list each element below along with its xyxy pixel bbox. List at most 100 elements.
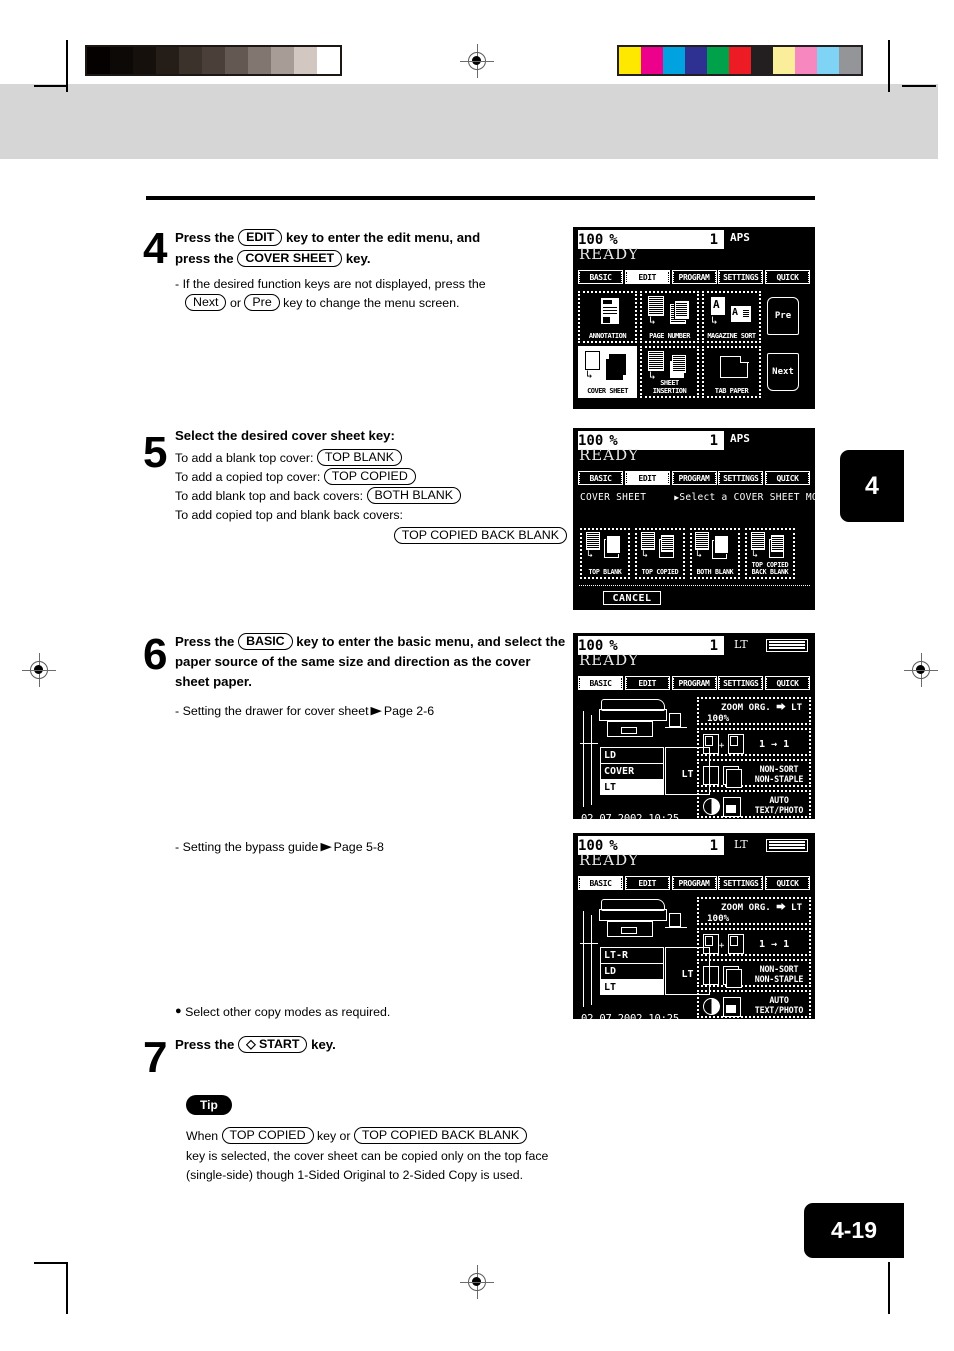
function-key-sheet-insertion[interactable]: ↳ SHEET INSERTION: [640, 346, 699, 398]
lcd3-tab-program[interactable]: PROGRAM: [671, 676, 717, 690]
top-copied-back-blank-key-inline[interactable]: TOP COPIED BACK BLANK: [393, 527, 567, 544]
step-6-ref-1-page[interactable]: Page 2-6: [384, 704, 434, 718]
lcd3-tab-edit[interactable]: EDIT: [624, 676, 670, 690]
pre-page-key[interactable]: Pre: [767, 297, 799, 335]
lcd1-tab-edit[interactable]: EDIT: [624, 270, 670, 284]
lcd3-machine-diagram[interactable]: LD COVER LT LT 02.07.2002 10:25: [579, 697, 710, 825]
lcd2-tab-settings[interactable]: SETTINGS: [718, 471, 764, 485]
both-blank-key-inline[interactable]: BOTH BLANK: [366, 487, 461, 504]
lcd3-drawer-list[interactable]: LD COVER LT: [600, 747, 664, 795]
lcd4-drawer-3[interactable]: LT: [600, 979, 664, 995]
lcd4-drawer-list[interactable]: LT-R LD LT: [600, 947, 664, 995]
function-key-cover-sheet[interactable]: ↳ COVER SHEET: [578, 346, 637, 398]
annotation-icon: [580, 296, 635, 328]
function-key-page-number[interactable]: ↳ PAGE NUMBER: [640, 291, 699, 343]
lcd3-bypass-label: LT: [681, 769, 694, 780]
next-page-key[interactable]: Next: [767, 353, 799, 391]
tip-top-copied-back-blank-key[interactable]: TOP COPIED BACK BLANK: [353, 1127, 528, 1144]
pre-key-inline[interactable]: Pre: [244, 294, 280, 311]
cover-sheet-key-inline[interactable]: COVER SHEET: [237, 250, 343, 267]
lcd1-tab-program[interactable]: PROGRAM: [671, 270, 717, 284]
top-copied-key-inline[interactable]: TOP COPIED: [323, 468, 416, 485]
edit-key-inline[interactable]: EDIT: [238, 229, 283, 246]
cancel-button[interactable]: CANCEL: [603, 591, 661, 605]
lcd-edit-menu[interactable]: 100 % 1 APS READY BASIC EDIT PROGRAM SET…: [573, 227, 815, 409]
top-blank-key-inline[interactable]: TOP BLANK: [316, 449, 403, 466]
lcd2-tab-basic[interactable]: BASIC: [578, 471, 623, 485]
gray-patch-6: [225, 47, 248, 74]
lcd2-tab-program[interactable]: PROGRAM: [671, 471, 717, 485]
lcd3-drawer-3[interactable]: LT: [600, 779, 664, 795]
lcd-basic-bypass[interactable]: 100 % 1 LT READY BASIC EDIT PROGRAM SETT…: [573, 833, 815, 1025]
lcd4-tab-quick[interactable]: QUICK: [765, 876, 810, 890]
lcd4-machine-diagram[interactable]: LT-R LD LT LT 02.07.2002 10:25: [579, 897, 710, 1025]
lcd4-tab-settings[interactable]: SETTINGS: [718, 876, 764, 890]
lcd3-exposure-option[interactable]: AUTO TEXT/PHOTO: [697, 790, 811, 818]
lcd2-tab-quick[interactable]: QUICK: [765, 471, 810, 485]
color-patch-3: [685, 47, 707, 74]
lcd2-tab-row[interactable]: BASIC EDIT PROGRAM SETTINGS QUICK: [574, 471, 814, 488]
gray-patch-8: [271, 47, 294, 74]
function-key-magazine-sort[interactable]: A ↳ A MAGAZINE SORT: [702, 291, 761, 343]
start-key-inline[interactable]: ◇ START: [238, 1036, 308, 1053]
gray-patch-3: [156, 47, 179, 74]
function-key-magazine-sort-label: MAGAZINE SORT: [707, 331, 756, 340]
lcd1-tab-row[interactable]: BASIC EDIT PROGRAM SETTINGS QUICK: [574, 270, 814, 287]
lcd4-drawer-1[interactable]: LT-R: [600, 947, 664, 963]
step-6-ref-2-page[interactable]: Page 5-8: [334, 840, 384, 854]
color-patch-1: [641, 47, 663, 74]
lcd4-tab-program[interactable]: PROGRAM: [671, 876, 717, 890]
lcd3-tab-basic[interactable]: BASIC: [578, 676, 623, 690]
lcd-cover-sheet-select[interactable]: 100 % 1 APS READY BASIC EDIT PROGRAM SET…: [573, 428, 830, 610]
function-key-tab-paper[interactable]: TAB PAPER: [702, 346, 761, 398]
lcd4-zoom-option[interactable]: ZOOM ORG. ⮕ LT 100%: [697, 897, 811, 925]
mode-key-top-copied[interactable]: ↳ TOP COPIED: [635, 528, 685, 579]
lcd3-drawer-1[interactable]: LD: [600, 747, 664, 763]
lcd4-drawer-2[interactable]: LD: [600, 963, 664, 979]
lcd2-tab-edit[interactable]: EDIT: [624, 471, 670, 485]
tip-top-copied-key[interactable]: TOP COPIED: [221, 1127, 314, 1144]
lcd3-zoom-option[interactable]: ZOOM ORG. ⮕ LT 100%: [697, 697, 811, 725]
mode-key-both-blank[interactable]: ↳ BOTH BLANK: [690, 528, 740, 579]
lcd4-option-panel[interactable]: ZOOM ORG. ⮕ LT 100% + 1 → 1 NON-SORT NON…: [697, 897, 811, 1021]
lcd3-drawer-2[interactable]: COVER: [600, 763, 664, 779]
basic-key-inline[interactable]: BASIC: [238, 633, 293, 650]
lcd3-duplex-option[interactable]: + 1 → 1: [697, 728, 811, 756]
color-patch-8: [795, 47, 817, 74]
lcd3-option-panel[interactable]: ZOOM ORG. ⮕ LT 100% + 1 → 1 NON-SORT NON…: [697, 697, 811, 821]
lcd4-tab-row[interactable]: BASIC EDIT PROGRAM SETTINGS QUICK: [574, 876, 814, 893]
lcd4-finishing-option[interactable]: NON-SORT NON-STAPLE: [697, 959, 811, 988]
lcd4-tab-edit[interactable]: EDIT: [624, 876, 670, 890]
step-6-ref-1-label: - Setting the drawer for cover sheet: [175, 704, 369, 718]
lcd3-ready-text: READY: [579, 651, 640, 669]
function-key-cover-sheet-label: COVER SHEET: [587, 386, 628, 395]
lcd3-tab-settings[interactable]: SETTINGS: [718, 676, 764, 690]
lcd1-tab-edit-label: EDIT: [625, 272, 669, 282]
lcd4-exposure-option[interactable]: AUTO TEXT/PHOTO: [697, 990, 811, 1018]
lcd4-stage: LT-R LD LT LT 02.07.2002 10:25 ZOOM ORG.…: [577, 895, 811, 1025]
lcd3-finishing-option[interactable]: NON-SORT NON-STAPLE: [697, 759, 811, 788]
lcd3-tab-row[interactable]: BASIC EDIT PROGRAM SETTINGS QUICK: [574, 676, 814, 693]
lcd4-tab-basic[interactable]: BASIC: [578, 876, 623, 890]
mode-key-top-copied-back-blank[interactable]: ↳ TOP COPIED BACK BLANK: [745, 528, 795, 579]
step-6-ref-2-label: - Setting the bypass guide: [175, 840, 319, 854]
edit-function-grid[interactable]: ANNOTATION ↳ PAGE NUMBER A ↳ A MAGAZINE …: [578, 291, 761, 398]
lcd3-duplex-option-label: 1 → 1: [759, 739, 790, 750]
lcd1-tab-quick[interactable]: QUICK: [765, 270, 810, 284]
lcd1-tab-basic[interactable]: BASIC: [578, 270, 623, 284]
lcd1-paper-indicator: APS: [730, 231, 750, 244]
lcd4-duplex-option[interactable]: + 1 → 1: [697, 928, 811, 956]
next-key-inline[interactable]: Next: [185, 294, 227, 311]
lcd1-tab-settings[interactable]: SETTINGS: [718, 270, 764, 284]
step-5-number: 5: [143, 428, 168, 477]
lcd-basic-drawer[interactable]: 100 % 1 LT READY BASIC EDIT PROGRAM SETT…: [573, 633, 815, 825]
lcd4-zoom-option-line2: 100%: [707, 912, 730, 924]
lcd3-tab-quick[interactable]: QUICK: [765, 676, 810, 690]
page-folio: 4-19: [804, 1203, 904, 1258]
function-key-annotation[interactable]: ANNOTATION: [578, 291, 637, 343]
step-5-option-2: To add a copied top cover: TOP COPIED: [175, 468, 575, 487]
cover-sheet-mode-grid[interactable]: ↳ TOP BLANK ↳ TOP COPIED ↳ BOTH BLANK ↳ …: [580, 528, 795, 579]
mode-key-top-blank[interactable]: ↳ TOP BLANK: [580, 528, 630, 579]
lcd4-tab-settings-label: SETTINGS: [719, 878, 763, 888]
step-5-option-4-key-row: TOP COPIED BACK BLANK: [175, 527, 575, 546]
